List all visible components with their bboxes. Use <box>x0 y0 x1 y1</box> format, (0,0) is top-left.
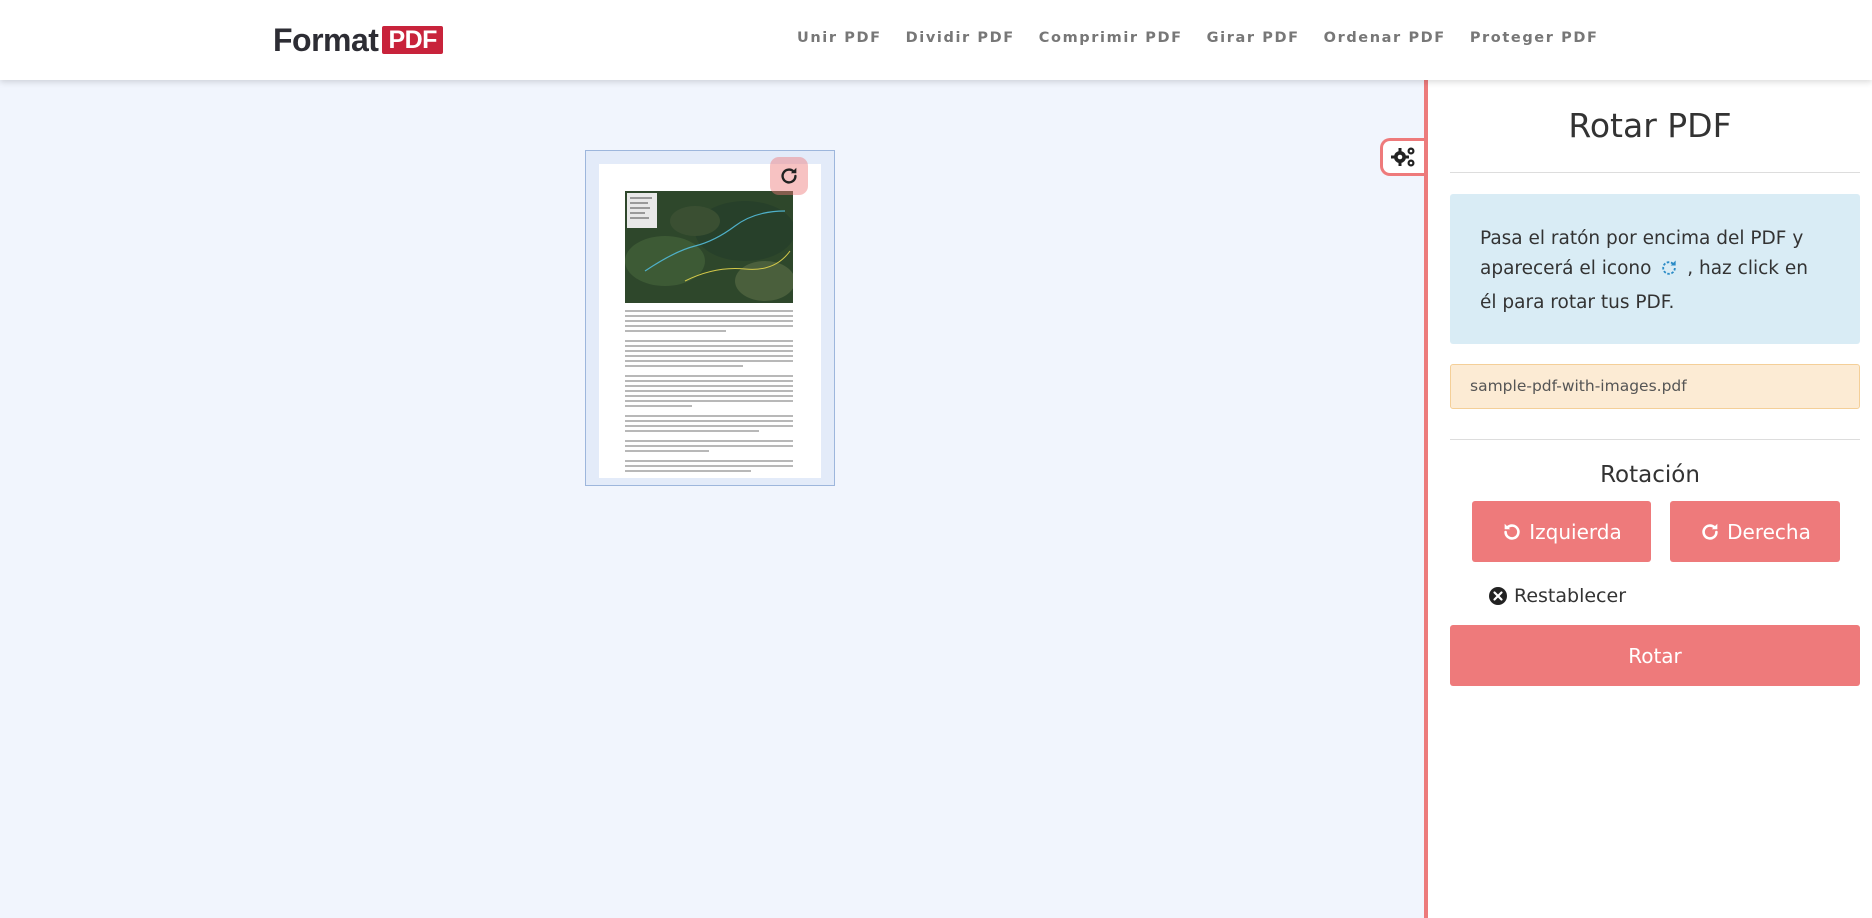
nav-dividir-pdf[interactable]: Dividir PDF <box>906 30 1015 46</box>
rotate-cw-icon <box>1659 258 1679 288</box>
rotate-submit-button[interactable]: Rotar <box>1450 625 1860 686</box>
rotate-right-label: Derecha <box>1727 519 1811 544</box>
top-navbar: Format PDF Unir PDF Dividir PDF Comprimi… <box>0 0 1872 80</box>
rotate-left-label: Izquierda <box>1529 519 1622 544</box>
formatpdf-logo[interactable]: Format PDF <box>273 21 443 58</box>
circle-x-icon <box>1489 587 1507 605</box>
main-nav: Unir PDF Dividir PDF Comprimir PDF Girar… <box>797 30 1599 46</box>
logo-badge: PDF <box>382 26 443 54</box>
logo-word: Format <box>273 21 379 58</box>
nav-unir-pdf[interactable]: Unir PDF <box>797 30 882 46</box>
gears-icon[interactable] <box>1380 138 1424 176</box>
rotate-settings-panel: Rotar PDF Pasa el ratón por encima del P… <box>1424 80 1872 918</box>
reset-label: Restablecer <box>1514 585 1627 607</box>
rotate-ccw-icon <box>1504 523 1520 540</box>
info-message: Pasa el ratón por encima del PDF y apare… <box>1450 194 1860 344</box>
nav-girar-pdf[interactable]: Girar PDF <box>1207 30 1300 46</box>
divider <box>1450 172 1860 173</box>
nav-ordenar-pdf[interactable]: Ordenar PDF <box>1324 30 1446 46</box>
nav-proteger-pdf[interactable]: Proteger PDF <box>1470 30 1599 46</box>
pdf-thumbnail[interactable] <box>585 150 835 486</box>
pdf-workspace <box>0 80 1424 918</box>
nav-comprimir-pdf[interactable]: Comprimir PDF <box>1039 30 1183 46</box>
pdf-page-preview <box>599 164 821 478</box>
satellite-map-image <box>625 191 793 303</box>
divider <box>1450 439 1860 440</box>
rotate-left-button[interactable]: Izquierda <box>1472 501 1651 562</box>
panel-title: Rotar PDF <box>1568 106 1732 145</box>
pdf-page-text <box>625 310 793 475</box>
rotation-label: Rotación <box>1600 462 1700 488</box>
rotate-cw-icon[interactable] <box>770 157 808 195</box>
rotate-cw-icon <box>1702 523 1718 540</box>
rotate-right-button[interactable]: Derecha <box>1670 501 1840 562</box>
file-name-badge: sample-pdf-with-images.pdf <box>1450 364 1860 409</box>
reset-button[interactable]: Restablecer <box>1488 585 1626 607</box>
